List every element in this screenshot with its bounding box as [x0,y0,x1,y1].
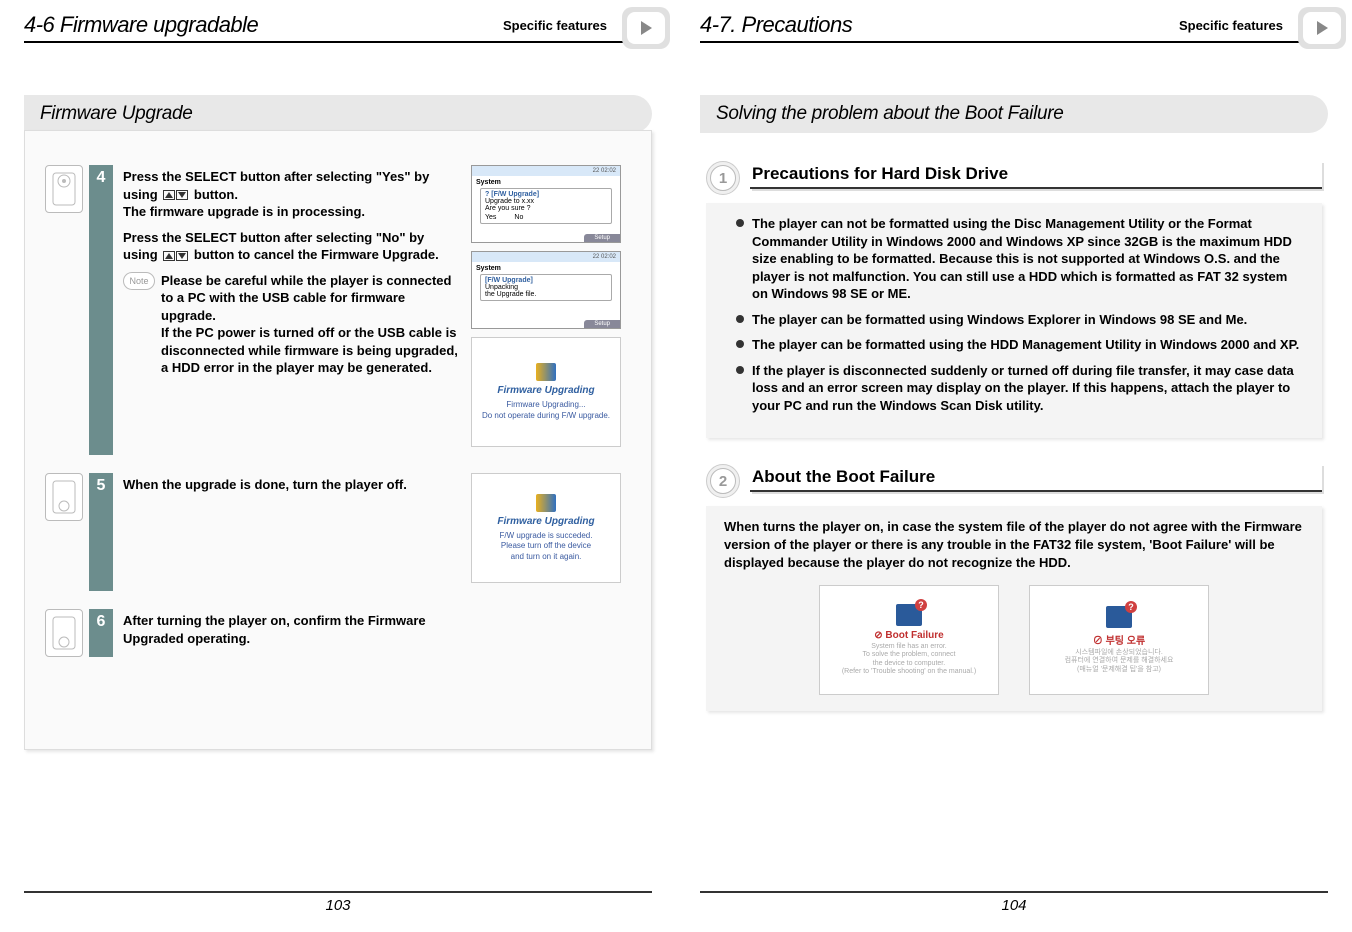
subsection-title: Precautions for Hard Disk Drive [750,161,1322,189]
step-row: 6 After turning the player on, confirm t… [45,609,631,657]
section-title: Solving the problem about the Boot Failu… [716,103,1064,124]
device-thumb-icon [45,609,83,657]
subsection-number-badge: 1 [706,161,740,195]
sim-screen-3: Firmware Upgrading Firmware Upgrading...… [471,337,621,447]
note-text: Please be careful while the player is co… [161,273,458,376]
subsection-header: 2 About the Boot Failure [706,464,1322,498]
plain-text-block: When turns the player on, in case the sy… [706,506,1322,711]
step-number: 5 [89,473,113,591]
sim-screen-success: Firmware Upgrading F/W upgrade is succed… [471,473,621,583]
boot-failure-intro: When turns the player on, in case the sy… [724,518,1304,571]
step4-line2: The firmware upgrade is in processing. [123,204,365,219]
page-number: 103 [24,891,652,914]
section-title: Firmware Upgrade [40,103,193,124]
corner-tab [1298,7,1346,49]
step-row: 5 When the upgrade is done, turn the pla… [45,473,631,591]
section-title-bar: Firmware Upgrade [24,95,652,133]
subsection-number-badge: 2 [706,464,740,498]
upgrade-icon [536,494,556,512]
boot-failure-screen-en: ? ⊘ Boot Failure System file has an erro… [819,585,999,695]
step-text: After turning the player on, confirm the… [123,609,461,657]
boot-failure-screen-kr: ? ⊘ 부팅 오류 시스템파일에 손상되었습니다. 컴퓨터에 연결하여 문제를 … [1029,585,1209,695]
bullet-dot-icon [736,340,744,348]
left-page: 4-6 Firmware upgradable Specific feature… [0,0,676,932]
bullet-dot-icon [736,219,744,227]
step-text: Press the SELECT button after selecting … [123,165,461,455]
header-right-label: Specific features [503,18,607,33]
page-header: 4-6 Firmware upgradable Specific feature… [24,12,652,43]
sim-screen-2: 22 02:02 System [F/W Upgrade] Unpacking … [471,251,621,329]
up-down-arrows-icon [163,190,188,200]
bullet-item: The player can be formatted using the HD… [736,336,1304,354]
page-number: 104 [700,891,1328,914]
upgrade-icon [536,363,556,381]
step-text: When the upgrade is done, turn the playe… [123,473,461,591]
step-number: 4 [89,165,113,455]
page-section-title: 4-7. Precautions [700,12,1179,38]
note-icon: Note [123,272,155,290]
device-thumb-icon [45,165,83,213]
up-down-arrows-icon [163,251,188,261]
bullet-item: The player can not be formatted using th… [736,215,1304,303]
corner-tab [622,7,670,49]
page-section-title: 4-6 Firmware upgradable [24,12,503,38]
bullet-block: The player can not be formatted using th… [706,203,1322,438]
content-panel: 4 Press the SELECT button after selectin… [24,130,652,750]
sim-screen-1: 22 02:02 System ? [F/W Upgrade] Upgrade … [471,165,621,243]
bullet-dot-icon [736,315,744,323]
step-row: 4 Press the SELECT button after selectin… [45,165,631,455]
bullet-dot-icon [736,366,744,374]
page-header: 4-7. Precautions Specific features [700,12,1328,43]
bullet-item: The player can be formatted using Window… [736,311,1304,329]
bullet-item: If the player is disconnected suddenly o… [736,362,1304,415]
arrow-right-icon [1317,21,1328,35]
subsection-header: 1 Precautions for Hard Disk Drive [706,161,1322,195]
step4-line3b: button to cancel the Firmware Upgrade. [194,247,439,262]
right-page: 4-7. Precautions Specific features Solvi… [676,0,1352,932]
step4-line1b: button. [194,187,238,202]
header-right-label: Specific features [1179,18,1283,33]
device-thumb-icon [45,473,83,521]
step-number: 6 [89,609,113,657]
section-title-bar: Solving the problem about the Boot Failu… [700,95,1328,133]
arrow-right-icon [641,21,652,35]
boot-failure-images: ? ⊘ Boot Failure System file has an erro… [724,585,1304,695]
note-row: Note Please be careful while the player … [123,272,461,377]
step-screenshots-col: 22 02:02 System ? [F/W Upgrade] Upgrade … [471,165,631,455]
subsection-title: About the Boot Failure [750,464,1322,492]
